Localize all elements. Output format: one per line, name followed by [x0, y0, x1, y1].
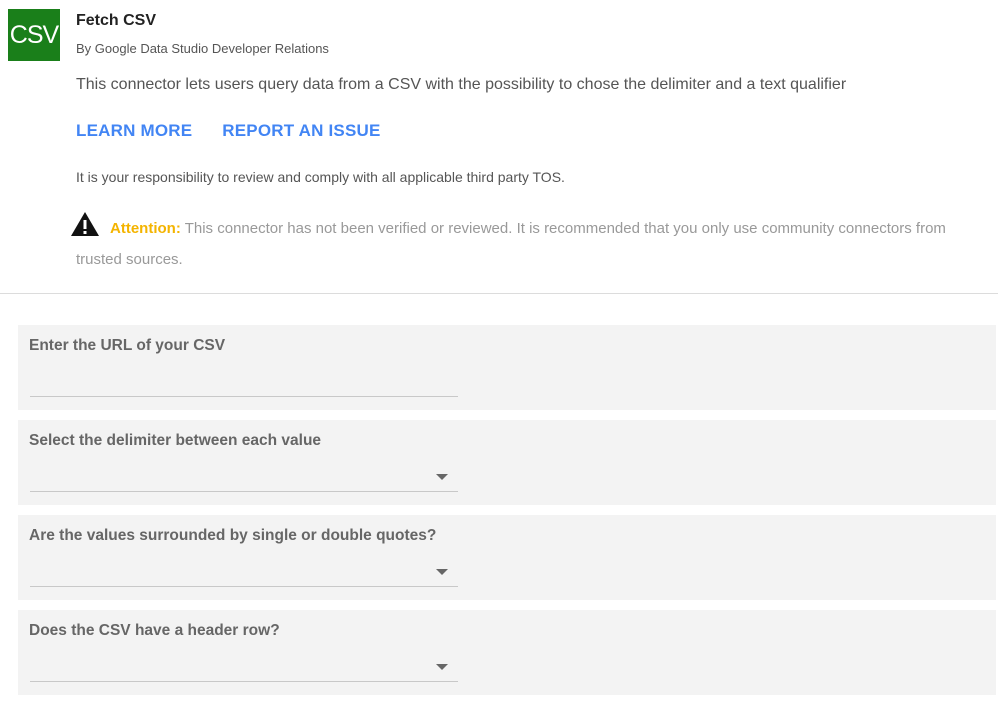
connector-links: LEARN MORE REPORT AN ISSUE	[76, 121, 381, 141]
field-label: Select the delimiter between each value	[29, 432, 322, 449]
delimiter-select[interactable]	[30, 464, 458, 490]
tos-notice: It is your responsibility to review and …	[76, 169, 565, 185]
connector-logo: CSV	[8, 9, 60, 61]
field-label: Are the values surrounded by single or d…	[29, 527, 437, 544]
csv-url-field: Enter the URL of your CSV	[18, 325, 996, 410]
input-underline	[30, 491, 458, 492]
attention-message: Attention: This connector has not been v…	[76, 213, 986, 275]
input-underline	[30, 396, 458, 397]
quotes-select[interactable]	[30, 559, 458, 585]
input-underline	[30, 586, 458, 587]
connector-author: By Google Data Studio Developer Relation…	[76, 41, 329, 56]
chevron-down-icon	[436, 664, 448, 670]
connector-description: This connector lets users query data fro…	[76, 76, 847, 93]
field-label: Enter the URL of your CSV	[29, 337, 226, 354]
learn-more-link[interactable]: LEARN MORE	[76, 121, 192, 141]
attention-label: Attention:	[110, 220, 181, 237]
connector-title: Fetch CSV	[76, 12, 157, 29]
header-row-field: Does the CSV have a header row?	[18, 610, 996, 695]
chevron-down-icon	[436, 569, 448, 575]
config-form: Enter the URL of your CSV Select the del…	[18, 325, 996, 705]
input-underline	[30, 681, 458, 682]
logo-text: CSV	[9, 20, 59, 49]
chevron-down-icon	[436, 474, 448, 480]
quotes-field: Are the values surrounded by single or d…	[18, 515, 996, 600]
delimiter-field: Select the delimiter between each value	[18, 420, 996, 505]
csv-url-input[interactable]	[30, 369, 458, 395]
connector-header: CSV Fetch CSV By Google Data Studio Deve…	[0, 0, 998, 294]
field-label: Does the CSV have a header row?	[29, 622, 280, 639]
report-issue-link[interactable]: REPORT AN ISSUE	[222, 121, 380, 141]
attention-body: This connector has not been verified or …	[76, 220, 946, 268]
header-row-select[interactable]	[30, 654, 458, 680]
